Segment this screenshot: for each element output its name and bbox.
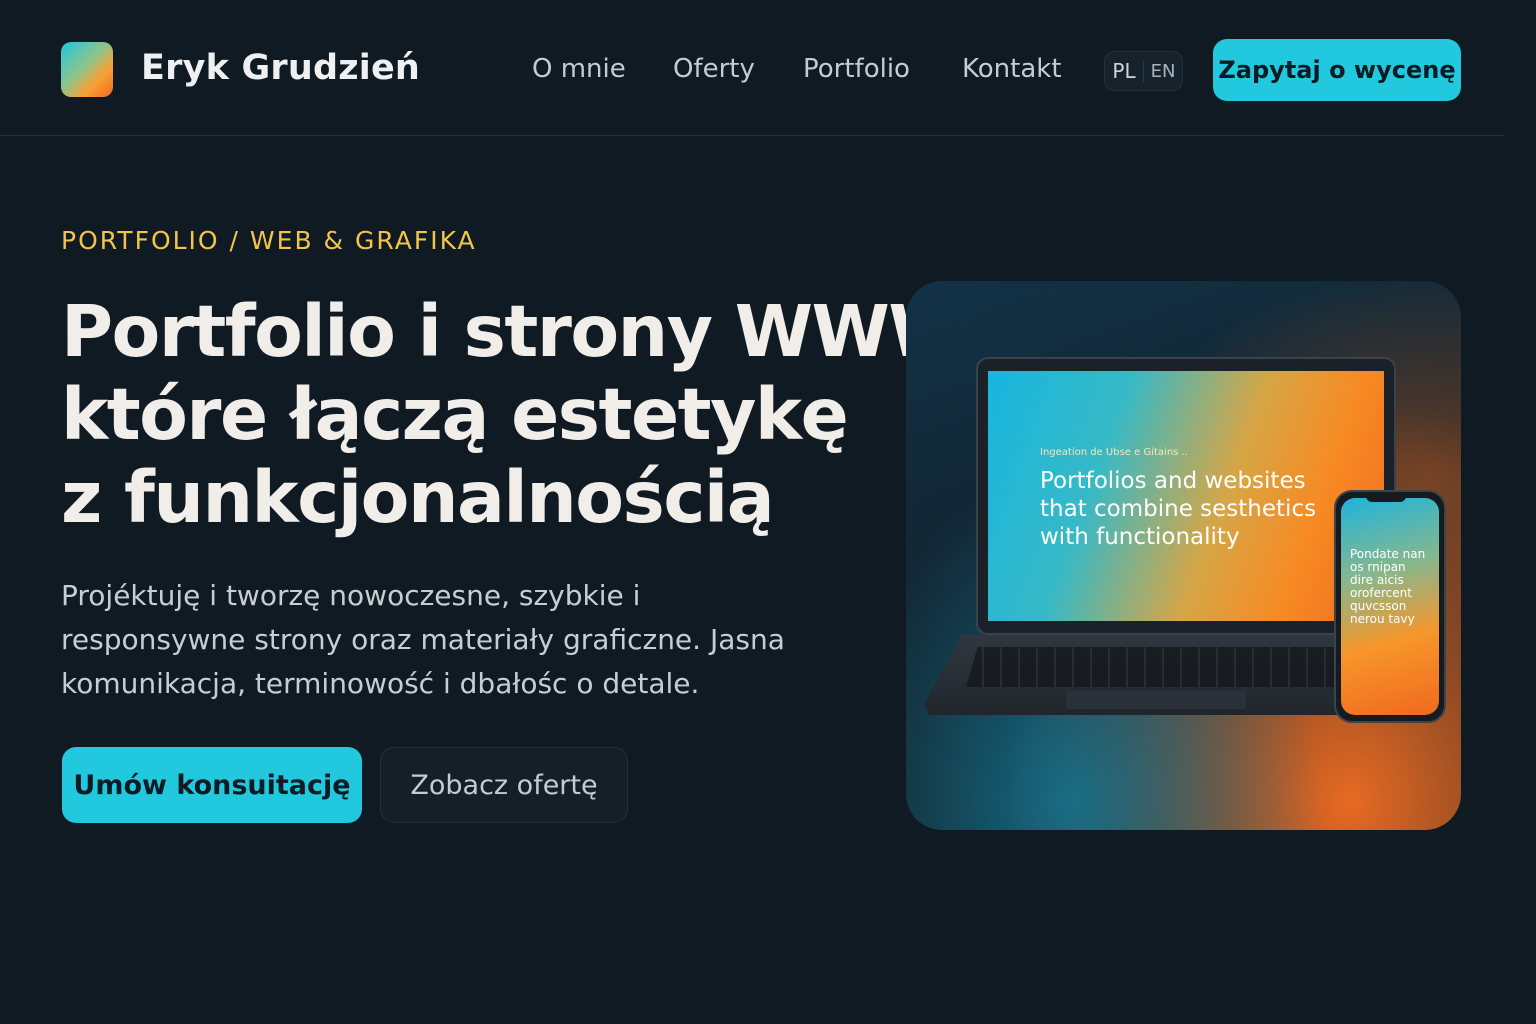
headline-line-1: Portfolio i strony WWW, [61, 290, 986, 373]
laptop-screen: Ingeation de Ubse e Gitains .. Portfolio… [988, 371, 1384, 621]
nav-item-contact[interactable]: Kontakt [962, 54, 1062, 84]
hero-headline: Portfolio i strony WWW, które łączą este… [61, 290, 986, 539]
laptop-screen-frame: Ingeation de Ubse e Gitains .. Portfolio… [976, 357, 1396, 635]
language-switcher: PL EN [1104, 51, 1183, 91]
hero-lead: Projéktuję i tworzę nowoczesne, szybkie … [61, 579, 785, 700]
headline-line-3: z funkcjonalnością [61, 456, 775, 539]
nav-item-about[interactable]: O mnie [532, 54, 626, 84]
nav-item-portfolio[interactable]: Portfolio [803, 54, 910, 84]
book-consultation-button[interactable]: Umów konsuitację [62, 747, 362, 823]
hero-device-mockup: Ingeation de Ubse e Gitains .. Portfolio… [906, 281, 1461, 830]
laptop-trackpad [1066, 691, 1246, 709]
hero-eyebrow: PORTFOLIO / WEB & GRAFIKA [61, 226, 477, 255]
laptop-keyboard [966, 647, 1354, 687]
lang-option-pl[interactable]: PL [1105, 59, 1143, 83]
request-quote-button[interactable]: Zapytaj o wycenę [1213, 39, 1461, 101]
laptop-screen-title: Portfolios and websites that combine ses… [1040, 468, 1317, 550]
phone-notch [1366, 494, 1406, 502]
headline-line-2: które łączą estetykę [61, 373, 849, 456]
brand-name[interactable]: Eryk Grudzień [141, 48, 420, 88]
laptop-screen-kicker: Ingeation de Ubse e Gitains .. [1040, 447, 1188, 458]
lang-option-en[interactable]: EN [1143, 60, 1182, 82]
page: Eryk Grudzień O mnie Oferty Portfolio Ko… [0, 0, 1536, 1024]
site-header: Eryk Grudzień O mnie Oferty Portfolio Ko… [0, 0, 1504, 136]
phone-screen: Pondate nan os rnipan dire aicis oroferc… [1341, 498, 1439, 715]
nav-item-offers[interactable]: Oferty [673, 54, 755, 84]
phone-mockup: Pondate nan os rnipan dire aicis oroferc… [1334, 490, 1446, 723]
see-offer-button[interactable]: Zobacz ofertę [380, 747, 628, 823]
phone-screen-text: Pondate nan os rnipan dire aicis oroferc… [1350, 547, 1426, 626]
logo-icon[interactable] [61, 42, 113, 97]
